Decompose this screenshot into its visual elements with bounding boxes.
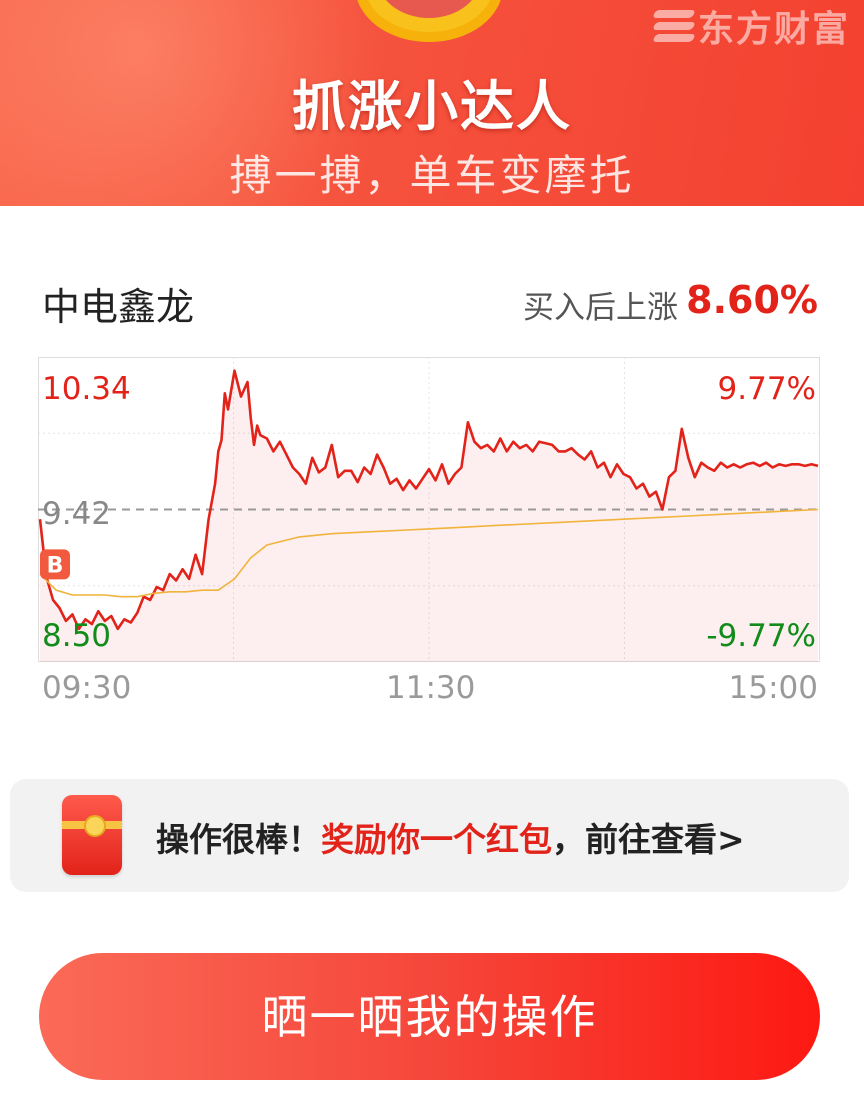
- buy-marker: B: [40, 549, 70, 580]
- brand-logo: 东方财富: [652, 0, 850, 52]
- intraday-chart: 10.34 9.42 8.50 9.77% -9.77% B: [38, 357, 820, 662]
- price-area-fill: [40, 370, 818, 662]
- page-title: 抓涨小达人: [292, 75, 572, 138]
- red-packet-notice[interactable]: 操作很棒！奖励你一个红包，前往查看>: [10, 779, 849, 892]
- brand-logo-icon: [652, 8, 696, 44]
- y-label-bottom: 8.50: [42, 618, 111, 654]
- header-banner: 东方财富 抓涨小达人 搏一搏，单车变摩托: [0, 0, 864, 206]
- brand-name: 东方财富: [697, 9, 850, 50]
- notice-text[interactable]: 操作很棒！奖励你一个红包，前往查看>: [156, 813, 745, 861]
- y-label-prev-close: 9.42: [42, 496, 111, 532]
- x-tick-1: 11:30: [386, 670, 476, 706]
- y-label-top: 10.34: [42, 371, 131, 407]
- buy-marker-label: B: [47, 553, 64, 578]
- y-label-bottom-right: -9.77%: [706, 618, 816, 654]
- x-tick-0: 09:30: [42, 670, 132, 706]
- page-subtitle: 搏一搏，单车变摩托: [229, 151, 635, 200]
- y-label-top-right: 9.77%: [718, 371, 816, 407]
- x-tick-2: 15:00: [728, 670, 818, 706]
- notice-prefix: 操作很棒！: [156, 820, 321, 859]
- notice-highlight: 奖励你一个红包: [321, 820, 552, 859]
- stock-name: 中电鑫龙: [42, 285, 195, 329]
- share-button[interactable]: 晒一晒我的操作: [39, 953, 820, 1080]
- red-envelope-icon: [62, 795, 122, 875]
- notice-suffix: ，前往查看>: [552, 820, 745, 859]
- gain-label: 买入后上涨: [523, 290, 678, 326]
- gain-value: 8.60%: [686, 278, 818, 322]
